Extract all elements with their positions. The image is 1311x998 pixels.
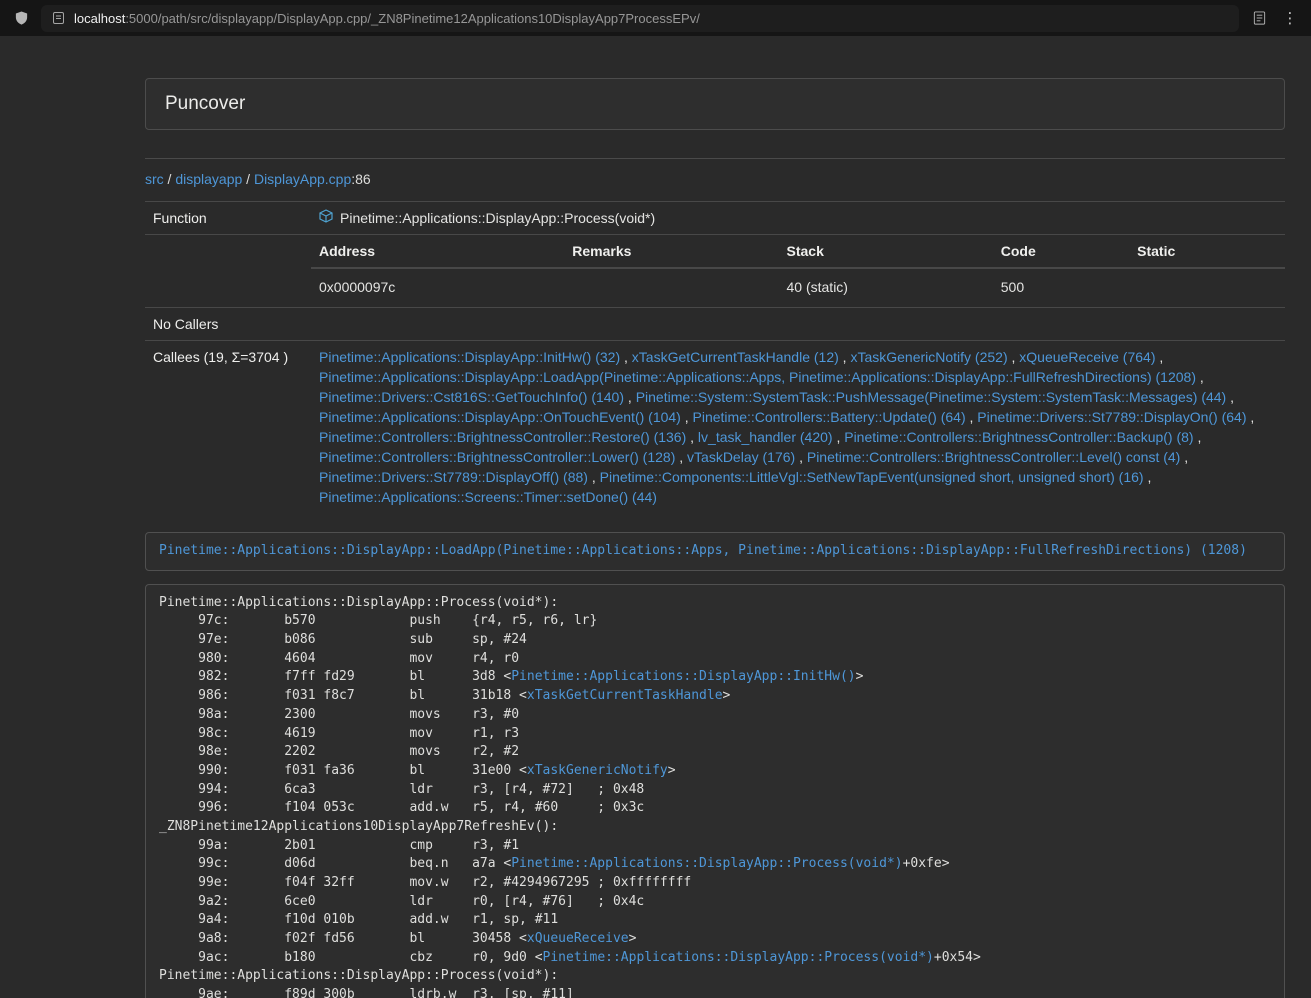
url-host: localhost <box>74 11 125 26</box>
function-cube-icon <box>319 208 333 228</box>
function-label: Function <box>145 202 311 235</box>
stats-header-code: Code <box>993 235 1129 268</box>
breadcrumb-link[interactable]: src <box>145 171 164 187</box>
callee-link[interactable]: Pinetime::Drivers::St7789::DisplayOff() … <box>319 469 588 485</box>
callee-link[interactable]: Pinetime::Controllers::Battery::Update()… <box>693 409 966 425</box>
page-container: Puncover src / displayapp / DisplayApp.c… <box>145 36 1285 998</box>
menu-kebab-icon[interactable]: ⋮ <box>1279 7 1301 29</box>
asm-symbol-link[interactable]: Pinetime::Applications::DisplayApp::Init… <box>511 669 855 684</box>
callee-link[interactable]: Pinetime::Drivers::St7789::DisplayOn() (… <box>977 409 1246 425</box>
breadcrumb: src / displayapp / DisplayApp.cpp:86 <box>145 171 1285 187</box>
browser-toolbar: localhost:5000/path/src/displayapp/Displ… <box>0 0 1311 36</box>
stats-header-address: Address <box>311 235 564 268</box>
stats-value-address: 0x0000097c <box>311 268 564 305</box>
callees-list: Pinetime::Applications::DisplayApp::Init… <box>319 349 1254 505</box>
disassembly: Pinetime::Applications::DisplayApp::Proc… <box>145 584 1285 998</box>
function-row: Function Pinetime::Applications::Display… <box>145 202 1285 235</box>
function-symbol-name: Pinetime::Applications::DisplayApp::Proc… <box>340 208 655 228</box>
callee-link[interactable]: xQueueReceive (764) <box>1019 349 1155 365</box>
stats-header-static: Static <box>1129 235 1285 268</box>
stats-value-stack: 40 (static) <box>779 268 993 305</box>
callee-link[interactable]: lv_task_handler (420) <box>698 429 833 445</box>
stats-value-code: 500 <box>993 268 1129 305</box>
page-icon <box>51 11 66 26</box>
stats-header-remarks: Remarks <box>564 235 778 268</box>
url-bar[interactable]: localhost:5000/path/src/displayapp/Displ… <box>41 5 1239 32</box>
callees-label: Callees (19, Σ=3704 ) <box>145 341 311 514</box>
callee-link[interactable]: xTaskGetCurrentTaskHandle (12) <box>632 349 839 365</box>
callee-link[interactable]: Pinetime::Controllers::BrightnessControl… <box>319 429 686 445</box>
callee-link[interactable]: Pinetime::Controllers::BrightnessControl… <box>807 449 1180 465</box>
url-text: localhost:5000/path/src/displayapp/Displ… <box>74 11 700 26</box>
callee-link[interactable]: Pinetime::Applications::Screens::Timer::… <box>319 489 657 505</box>
brand-title[interactable]: Puncover <box>165 93 245 115</box>
stats-value-remarks <box>564 268 778 305</box>
highlighted-symbol-link[interactable]: Pinetime::Applications::DisplayApp::Load… <box>159 543 1247 558</box>
stats-header-stack: Stack <box>779 235 993 268</box>
asm-symbol-link[interactable]: xTaskGetCurrentTaskHandle <box>527 688 723 703</box>
callees-row: Callees (19, Σ=3704 ) Pinetime::Applicat… <box>145 341 1285 514</box>
callee-link[interactable]: Pinetime::Applications::DisplayApp::Init… <box>319 349 620 365</box>
callers-row: No Callers <box>145 308 1285 341</box>
divider <box>145 158 1285 159</box>
callee-link[interactable]: xTaskGenericNotify (252) <box>850 349 1007 365</box>
stats-row: Address Remarks Stack Code Static 0x0000… <box>145 235 1285 308</box>
breadcrumb-link[interactable]: displayapp <box>175 171 242 187</box>
callee-link[interactable]: Pinetime::Applications::DisplayApp::OnTo… <box>319 409 681 425</box>
symbol-info-table: Function Pinetime::Applications::Display… <box>145 201 1285 513</box>
asm-symbol-link[interactable]: Pinetime::Applications::DisplayApp::Proc… <box>511 856 902 871</box>
asm-symbol-link[interactable]: xQueueReceive <box>527 931 629 946</box>
callers-label: No Callers <box>145 308 311 341</box>
asm-symbol-link[interactable]: Pinetime::Applications::DisplayApp::Proc… <box>543 950 934 965</box>
callee-link[interactable]: vTaskDelay (176) <box>687 449 795 465</box>
security-shield-icon[interactable] <box>10 7 32 29</box>
stats-value-static <box>1129 268 1285 305</box>
highlighted-symbol-box: Pinetime::Applications::DisplayApp::Load… <box>145 532 1285 571</box>
callee-link[interactable]: Pinetime::Controllers::BrightnessControl… <box>844 429 1193 445</box>
callee-link[interactable]: Pinetime::Components::LittleVgl::SetNewT… <box>600 469 1144 485</box>
callee-link[interactable]: Pinetime::System::SystemTask::PushMessag… <box>636 389 1227 405</box>
reader-mode-button[interactable] <box>1248 7 1270 29</box>
callee-link[interactable]: Pinetime::Controllers::BrightnessControl… <box>319 449 675 465</box>
stats-table: Address Remarks Stack Code Static 0x0000… <box>311 235 1285 305</box>
callee-link[interactable]: Pinetime::Drivers::Cst816S::GetTouchInfo… <box>319 389 624 405</box>
url-path: :5000/path/src/displayapp/DisplayApp.cpp… <box>125 11 700 26</box>
callee-link[interactable]: Pinetime::Applications::DisplayApp::Load… <box>319 369 1196 385</box>
navbar: Puncover <box>145 78 1285 130</box>
breadcrumb-link[interactable]: DisplayApp.cpp <box>254 171 351 187</box>
asm-symbol-link[interactable]: xTaskGenericNotify <box>527 763 668 778</box>
